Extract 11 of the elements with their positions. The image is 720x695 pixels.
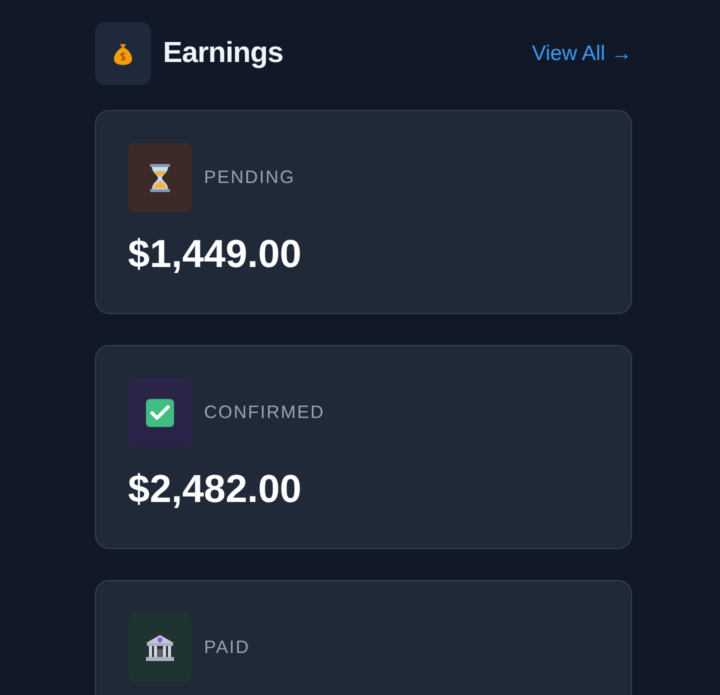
amount: $1,449.00 bbox=[128, 234, 303, 277]
amount: $2,482.00 bbox=[128, 469, 303, 512]
money-bag-icon bbox=[113, 42, 133, 66]
view-all-link[interactable]: View All → bbox=[532, 38, 632, 70]
checkmark-icon bbox=[146, 398, 174, 426]
status-label: CONFIRMED bbox=[204, 401, 325, 424]
status-label: PENDING bbox=[204, 166, 296, 189]
status-label: PAID bbox=[204, 636, 250, 659]
bank-icon bbox=[145, 634, 175, 662]
section-title: Earnings bbox=[163, 36, 284, 71]
hourglass-icon bbox=[149, 164, 171, 192]
